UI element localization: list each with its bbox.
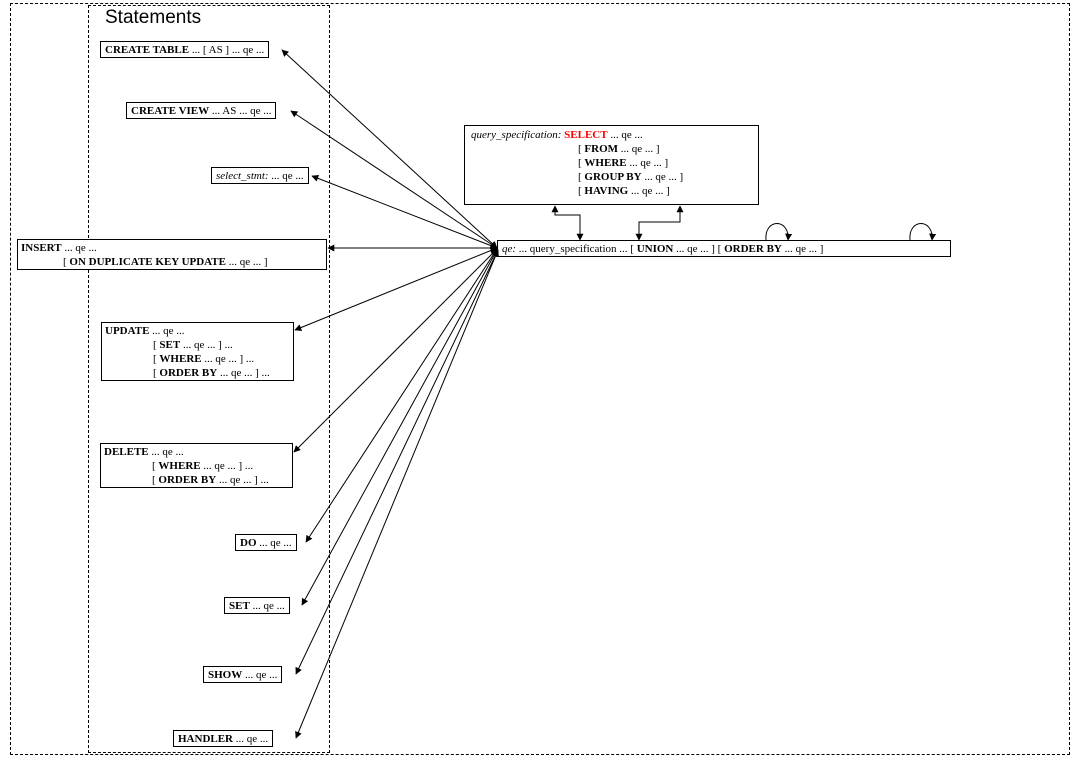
text-qe-part1: ... query_specification ... [ (516, 243, 637, 255)
kw-update: UPDATE (105, 325, 149, 337)
text-select-suffix: ... qe ... (608, 129, 643, 141)
text-select-stmt-suffix: ... qe ... (269, 170, 304, 182)
node-select-stmt: select_stmt: ... qe ... (211, 167, 309, 184)
kw-delete-orderby: ORDER BY (158, 474, 216, 486)
text-qs-where-suffix: ... qe ... ] (627, 157, 669, 169)
kw-delete: DELETE (104, 446, 149, 458)
text-delete-where-suffix: ... qe ... ] ... (201, 460, 254, 472)
node-do: DO ... qe ... (235, 534, 297, 551)
statements-title: Statements (105, 7, 201, 29)
text-qe-part3: ... qe ... ] (782, 243, 824, 255)
text-create-table-suffix: ... [ AS ] ... qe ... (189, 44, 264, 56)
text-on-duplicate-suffix: ... qe ... ] (226, 256, 268, 268)
node-create-view: CREATE VIEW ... AS ... qe ... (126, 102, 276, 119)
label-qe: qe: (502, 243, 516, 255)
text-delete-suffix: ... qe ... (149, 446, 184, 458)
text-update-set-suffix: ... qe ... ] ... (180, 339, 233, 351)
kw-create-view: CREATE VIEW (131, 105, 209, 117)
text-insert-suffix: ... qe ... (62, 242, 97, 254)
text-show-suffix: ... qe ... (242, 669, 277, 681)
text-create-view-suffix: ... AS ... qe ... (209, 105, 271, 117)
kw-handler: HANDLER (178, 733, 233, 745)
text-update-where-suffix: ... qe ... ] ... (202, 353, 255, 365)
kw-qe-orderby: ORDER BY (724, 243, 782, 255)
diagram-canvas: Statements CREATE TABLE ... [ AS ] ... q… (0, 0, 1080, 761)
text-delete-orderby-suffix: ... qe ... ] ... (216, 474, 269, 486)
kw-update-set: SET (159, 339, 180, 351)
kw-do: DO (240, 537, 257, 549)
kw-insert: INSERT (21, 242, 62, 254)
label-query-specification: query_specification: (471, 129, 561, 141)
text-update-suffix: ... qe ... (149, 325, 184, 337)
kw-qs-where: WHERE (584, 157, 626, 169)
kw-delete-where: WHERE (158, 460, 200, 472)
kw-on-duplicate: ON DUPLICATE KEY UPDATE (69, 256, 226, 268)
kw-groupby: GROUP BY (584, 171, 641, 183)
text-handler-suffix: ... qe ... (233, 733, 268, 745)
node-set: SET ... qe ... (224, 597, 290, 614)
label-select-stmt: select_stmt: (216, 170, 269, 182)
kw-update-orderby: ORDER BY (159, 367, 217, 379)
kw-create-table: CREATE TABLE (105, 44, 189, 56)
kw-from: FROM (584, 143, 618, 155)
text-from-suffix: ... qe ... ] (618, 143, 660, 155)
text-do-suffix: ... qe ... (257, 537, 292, 549)
node-update: UPDATE ... qe ... [ SET ... qe ... ] ...… (101, 322, 294, 381)
text-set-suffix: ... qe ... (250, 600, 285, 612)
node-handler: HANDLER ... qe ... (173, 730, 273, 747)
kw-set: SET (229, 600, 250, 612)
node-insert: INSERT ... qe ... [ ON DUPLICATE KEY UPD… (17, 239, 327, 270)
text-qe-part2: ... qe ... ] [ (673, 243, 724, 255)
text-update-orderby-suffix: ... qe ... ] ... (217, 367, 270, 379)
node-create-table: CREATE TABLE ... [ AS ] ... qe ... (100, 41, 269, 58)
kw-qe-union: UNION (637, 243, 674, 255)
node-query-specification: query_specification: SELECT ... qe ... [… (464, 125, 759, 205)
kw-update-where: WHERE (159, 353, 201, 365)
text-groupby-suffix: ... qe ... ] (642, 171, 684, 183)
text-having-suffix: ... qe ... ] (628, 185, 670, 197)
node-qe: qe: ... query_specification ... [ UNION … (497, 240, 951, 257)
kw-show: SHOW (208, 669, 242, 681)
node-delete: DELETE ... qe ... [ WHERE ... qe ... ] .… (100, 443, 293, 488)
kw-select: SELECT (564, 129, 607, 141)
node-show: SHOW ... qe ... (203, 666, 282, 683)
kw-having: HAVING (584, 185, 628, 197)
